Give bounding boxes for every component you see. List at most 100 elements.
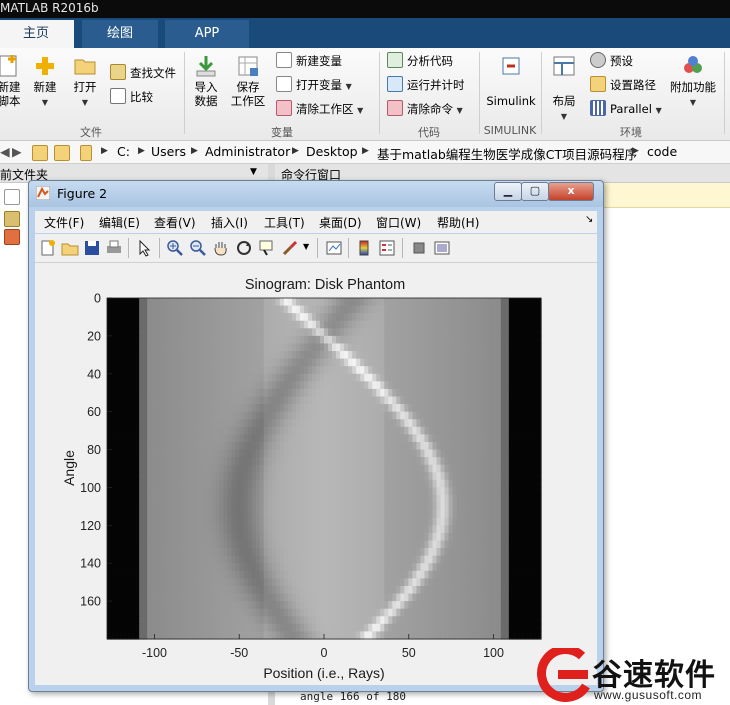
figure-canvas[interactable]: Sinogram: Disk Phantom -100 -50 0 50 100 0 20… — [35, 263, 597, 685]
menu-overflow-icon[interactable]: ↘ — [585, 214, 593, 225]
link-plot-icon[interactable] — [325, 239, 343, 257]
parallel-button[interactable]: Parallel ▼ — [590, 100, 662, 118]
minimize-button[interactable]: ▁ — [494, 182, 522, 201]
heatmap-cell — [388, 373, 393, 382]
heatmap-cell — [476, 411, 482, 420]
heatmap-cell — [203, 548, 209, 557]
heatmap-cell — [283, 593, 289, 602]
zoom-in-icon[interactable] — [166, 239, 184, 257]
figure-title-bar[interactable]: Figure 2 ▁ ▢ x — [29, 181, 603, 207]
breadcrumb-item[interactable]: Administrator — [205, 144, 290, 159]
heatmap-cell — [107, 404, 112, 413]
heatmap-cell — [219, 373, 225, 382]
breadcrumb-item[interactable]: 基于matlab编程生物医学成像CT项目源码程序 — [377, 144, 637, 163]
heatmap-cell — [492, 457, 498, 466]
set-path-button[interactable]: 设置路径 — [590, 76, 656, 94]
pointer-icon[interactable] — [135, 239, 153, 257]
heatmap-cell — [179, 441, 184, 451]
file-icon[interactable] — [4, 211, 20, 227]
clear-workspace-button[interactable]: 清除工作区 ▼ — [276, 100, 363, 118]
save-icon[interactable] — [83, 239, 101, 257]
menu-desktop[interactable]: 桌面(D) — [319, 214, 362, 231]
open-variable-button[interactable]: 打开变量 ▼ — [276, 76, 352, 94]
file-icon[interactable] — [4, 229, 20, 245]
colorbar-icon[interactable] — [355, 239, 373, 257]
tab-home[interactable]: 主页 — [0, 20, 74, 48]
heatmap-cell — [263, 449, 269, 458]
breadcrumb-item[interactable]: Users — [151, 144, 186, 159]
preferences-button[interactable]: 预设 — [590, 52, 633, 70]
heatmap-cell — [408, 487, 414, 496]
legend-icon[interactable] — [378, 239, 396, 257]
breadcrumb-item[interactable]: code — [647, 144, 677, 159]
heatmap-cell — [303, 343, 309, 352]
heatmap-cell — [275, 441, 281, 451]
heatmap-cell — [472, 585, 478, 595]
back-arrow-icon[interactable]: ◀ — [0, 144, 10, 159]
brush-icon[interactable] — [281, 239, 299, 257]
run-and-time-button[interactable]: 运行并计时 — [387, 76, 465, 94]
data-cursor-icon[interactable] — [258, 239, 276, 257]
menu-window[interactable]: 窗口(W) — [376, 214, 421, 231]
new-variable-button[interactable]: 新建变量 — [276, 52, 342, 70]
menu-insert[interactable]: 插入(I) — [211, 214, 248, 231]
heatmap-cell — [163, 593, 168, 602]
menu-edit[interactable]: 编辑(E) — [99, 214, 140, 231]
simulink-button[interactable]: Simulink — [484, 54, 538, 108]
up-folder-icon[interactable] — [32, 145, 48, 161]
browse-folder-icon[interactable] — [54, 145, 70, 161]
heatmap-cell — [251, 396, 257, 405]
add-ons-button[interactable]: 附加功能 ▼ — [668, 54, 718, 110]
heatmap-cell — [356, 366, 361, 375]
heatmap-cell — [516, 305, 522, 314]
open-button[interactable]: 打开 ▼ — [70, 54, 100, 110]
heatmap-cell — [424, 351, 430, 360]
breadcrumb-item[interactable]: Desktop — [306, 144, 358, 159]
heatmap-cell — [344, 335, 349, 345]
pan-hand-icon[interactable] — [212, 239, 230, 257]
figure-window[interactable]: Figure 2 ▁ ▢ x 文件(F) 编辑(E) 查看(V) 插入(I) 工… — [28, 180, 604, 692]
heatmap-cell — [360, 381, 365, 390]
analyze-code-button[interactable]: 分析代码 — [387, 52, 453, 70]
heatmap-cell — [452, 502, 458, 511]
heatmap-cell — [380, 472, 385, 481]
new-figure-icon[interactable] — [39, 239, 57, 257]
menu-file[interactable]: 文件(F) — [44, 214, 84, 231]
menu-view[interactable]: 查看(V) — [154, 214, 196, 231]
sinogram-plot[interactable]: Sinogram: Disk Phantom -100 -50 0 50 100 020… — [35, 263, 597, 685]
menu-help[interactable]: 帮助(H) — [437, 214, 479, 231]
import-data-button[interactable]: 导入 数据 — [190, 54, 222, 108]
hide-plot-tools-icon[interactable] — [410, 239, 428, 257]
tab-apps[interactable]: APP — [165, 20, 249, 48]
address-bar[interactable]: ◀ ▶ ▶ C: ▶ Users ▶ Administrator ▶ Deskt… — [0, 141, 730, 164]
zoom-out-icon[interactable] — [189, 239, 207, 257]
print-icon[interactable] — [105, 239, 123, 257]
heatmap-cell — [259, 593, 265, 602]
rotate-3d-icon[interactable] — [235, 239, 253, 257]
chevron-down-icon[interactable]: ▼ — [303, 242, 309, 251]
forward-arrow-icon[interactable]: ▶ — [12, 144, 22, 159]
layout-button[interactable]: 布局 ▼ — [548, 54, 580, 124]
maximize-button[interactable]: ▢ — [521, 182, 549, 201]
new-script-button[interactable]: 新建 脚本 — [0, 54, 24, 108]
heatmap-cell — [348, 502, 353, 511]
new-button[interactable]: 新建 ▼ — [30, 54, 60, 110]
heatmap-cell — [115, 305, 120, 314]
open-file-icon[interactable] — [61, 239, 79, 257]
heatmap-cell — [348, 540, 353, 549]
clear-commands-button[interactable]: 清除命令 ▼ — [387, 100, 463, 118]
tab-plots[interactable]: 绘图 — [82, 20, 158, 48]
close-button[interactable]: x — [548, 182, 594, 201]
compare-button[interactable]: 比较 — [110, 88, 153, 106]
heatmap-cell — [356, 510, 361, 519]
heatmap-cell — [324, 479, 329, 489]
panel-menu-icon[interactable]: ▼ — [250, 167, 257, 177]
find-files-button[interactable]: 查找文件 — [110, 64, 176, 82]
heatmap-cell — [528, 548, 534, 557]
save-workspace-button[interactable]: 保存 工作区 — [230, 54, 266, 108]
breadcrumb-item[interactable]: C: — [117, 144, 130, 159]
file-icon[interactable] — [4, 189, 20, 205]
show-plot-tools-icon[interactable] — [433, 239, 451, 257]
heatmap-cell — [159, 548, 164, 557]
menu-tools[interactable]: 工具(T) — [264, 214, 305, 231]
